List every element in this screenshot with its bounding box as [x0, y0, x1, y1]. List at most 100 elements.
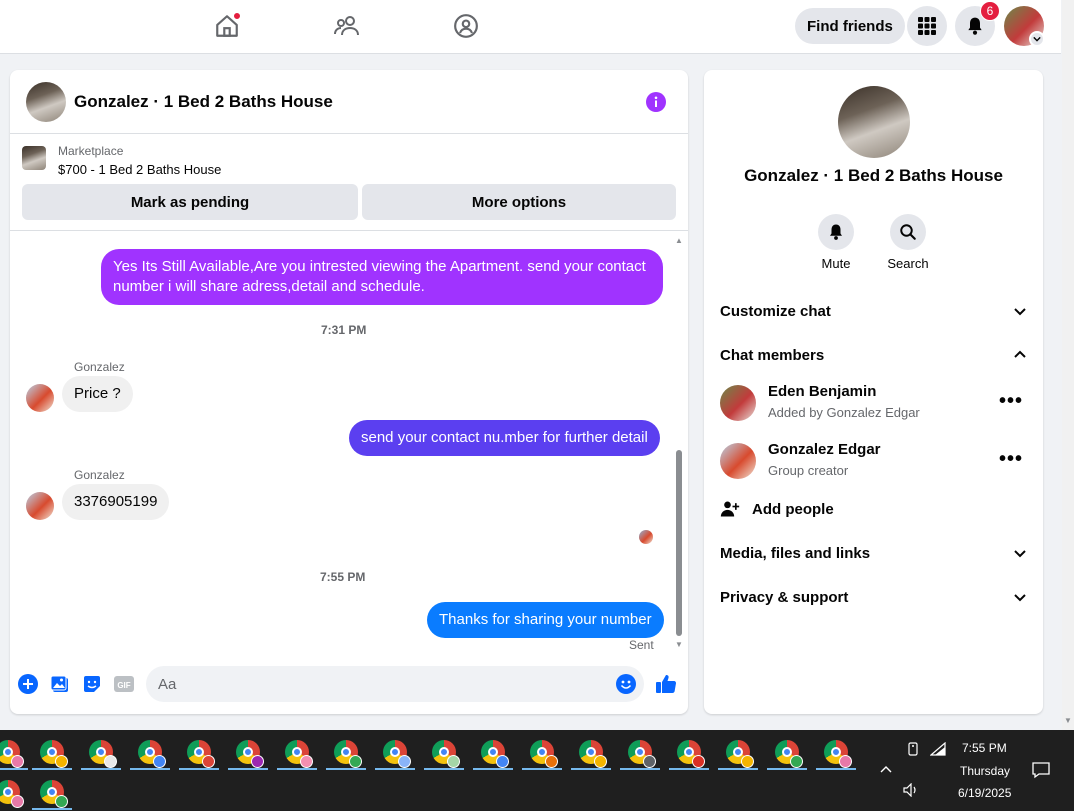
add-people-button[interactable]: Add people	[720, 498, 834, 520]
taskbar-chrome-window[interactable]	[620, 733, 660, 771]
chevron-down-icon	[1014, 308, 1026, 316]
page-scroll-down-arrow[interactable]: ▼	[1063, 716, 1073, 725]
sender-avatar[interactable]	[26, 492, 54, 520]
mute-button[interactable]: Mute	[806, 214, 866, 271]
chevron-up-icon	[1014, 350, 1026, 358]
message-outgoing[interactable]: Yes Its Still Available,Are you intreste…	[101, 249, 663, 305]
taskbar-chrome-window[interactable]	[767, 733, 807, 771]
member-subtitle: Added by Gonzalez Edgar	[768, 405, 920, 420]
chevron-down-icon	[1014, 594, 1026, 602]
media-files-links-section[interactable]: Media, files and links	[720, 543, 1027, 563]
taskbar-chrome-window[interactable]	[32, 733, 72, 771]
message-outgoing[interactable]: send your contact nu.mber for further de…	[349, 420, 660, 456]
taskbar-chrome-window[interactable]	[81, 733, 121, 771]
camera-status-icon[interactable]	[906, 742, 920, 759]
chrome-icon	[187, 740, 215, 768]
search-in-conversation-button[interactable]: Search	[878, 214, 938, 271]
page-scrollbar[interactable]: ▼	[1062, 0, 1074, 730]
listing-thumbnail[interactable]	[22, 146, 46, 170]
taskbar-chrome-window[interactable]	[424, 733, 464, 771]
clock-date[interactable]: 6/19/2025	[958, 786, 1011, 800]
chat-info-panel: Gonzalez · 1 Bed 2 Baths House Mute Sear…	[704, 70, 1043, 714]
message-outgoing[interactable]: Thanks for sharing your number	[427, 602, 664, 638]
taskbar-chrome-window[interactable]	[473, 733, 513, 771]
privacy-support-section[interactable]: Privacy & support	[720, 587, 1027, 607]
chevron-down-icon	[1014, 550, 1026, 558]
menu-button[interactable]	[907, 6, 947, 46]
listing-title[interactable]: $700 - 1 Bed 2 Baths House	[58, 162, 221, 177]
chrome-icon	[432, 740, 460, 768]
volume-icon[interactable]	[903, 782, 919, 800]
member-avatar[interactable]	[720, 385, 756, 421]
gif-icon[interactable]: GIF	[114, 674, 134, 694]
emoji-icon[interactable]	[616, 674, 636, 694]
chrome-icon	[530, 740, 558, 768]
taskbar-chrome-window[interactable]	[571, 733, 611, 771]
taskbar-chrome-window[interactable]	[375, 733, 415, 771]
taskbar-chrome-window[interactable]	[669, 733, 709, 771]
read-receipt-avatar	[639, 530, 653, 544]
chat-members-section[interactable]: Chat members	[720, 345, 1027, 365]
media-files-links-label: Media, files and links	[720, 544, 871, 562]
taskbar-chrome-window[interactable]	[130, 733, 170, 771]
taskbar-chrome-window[interactable]	[179, 733, 219, 771]
home-nav-button[interactable]	[209, 10, 245, 42]
privacy-support-label: Privacy & support	[720, 588, 849, 606]
message-incoming[interactable]: Price ?	[62, 376, 133, 412]
chat-members-label: Chat members	[720, 346, 825, 364]
taskbar-chrome-window[interactable]	[326, 733, 366, 771]
taskbar-chrome-window[interactable]	[522, 733, 562, 771]
taskbar-chrome-window[interactable]	[228, 733, 268, 771]
groups-icon	[454, 14, 478, 38]
taskbar-chrome-window[interactable]	[277, 733, 317, 771]
message-scrollbar-thumb[interactable]	[676, 450, 682, 636]
taskbar-chrome-window[interactable]	[718, 733, 758, 771]
message-input[interactable]: Aa	[146, 666, 644, 702]
chat-member-row[interactable]: Gonzalez Edgar Group creator •••	[720, 439, 1027, 483]
photo-icon[interactable]	[50, 674, 70, 694]
find-friends-label: Find friends	[807, 17, 893, 35]
chrome-icon	[236, 740, 264, 768]
wifi-icon[interactable]	[929, 741, 946, 759]
member-subtitle: Group creator	[768, 463, 849, 478]
chat-panel: Gonzalez · 1 Bed 2 Baths House Marketpla…	[10, 70, 688, 714]
scroll-down-arrow[interactable]: ▼	[674, 640, 684, 649]
message-sender-name: Gonzalez	[74, 468, 125, 482]
find-friends-button[interactable]: Find friends	[795, 8, 905, 44]
show-hidden-icons-chevron-icon[interactable]	[879, 763, 893, 777]
plus-icon[interactable]	[18, 674, 38, 694]
message-incoming[interactable]: 3376905199	[62, 484, 170, 520]
taskbar-chrome-window[interactable]	[32, 773, 72, 811]
chat-title[interactable]: Gonzalez · 1 Bed 2 Baths House	[74, 92, 333, 112]
thumbs-up-icon[interactable]	[654, 672, 678, 696]
chat-house-photo[interactable]	[26, 82, 66, 122]
chrome-icon	[138, 740, 166, 768]
conversation-photo[interactable]	[838, 86, 910, 158]
clock-time[interactable]: 7:55 PM	[962, 741, 1007, 755]
member-options-icon[interactable]: •••	[999, 449, 1023, 469]
taskbar-chrome-window[interactable]	[816, 733, 856, 771]
taskbar-chrome-window[interactable]	[0, 733, 28, 771]
account-chevron[interactable]	[1029, 31, 1045, 47]
member-avatar[interactable]	[720, 443, 756, 479]
scroll-up-arrow[interactable]: ▲	[674, 236, 684, 245]
chrome-icon	[383, 740, 411, 768]
mark-as-pending-button[interactable]: Mark as pending	[22, 184, 358, 220]
clock-day[interactable]: Thursday	[960, 764, 1010, 778]
info-icon[interactable]	[646, 92, 666, 112]
groups-nav-button[interactable]	[448, 10, 484, 42]
menu-grid-icon	[918, 17, 936, 35]
sender-avatar[interactable]	[26, 384, 54, 412]
more-options-button[interactable]: More options	[362, 184, 676, 220]
friends-nav-button[interactable]	[329, 10, 365, 42]
taskbar-chrome-window[interactable]	[0, 773, 28, 811]
sticker-icon[interactable]	[82, 674, 102, 694]
message-composer: GIF Aa	[10, 664, 688, 714]
customize-chat-section[interactable]: Customize chat	[720, 301, 1027, 321]
search-label: Search	[887, 256, 929, 271]
action-center-icon[interactable]	[1032, 761, 1050, 782]
add-people-label: Add people	[752, 500, 834, 518]
chrome-icon	[677, 740, 705, 768]
member-options-icon[interactable]: •••	[999, 391, 1023, 411]
chat-member-row[interactable]: Eden Benjamin Added by Gonzalez Edgar ••…	[720, 381, 1027, 425]
